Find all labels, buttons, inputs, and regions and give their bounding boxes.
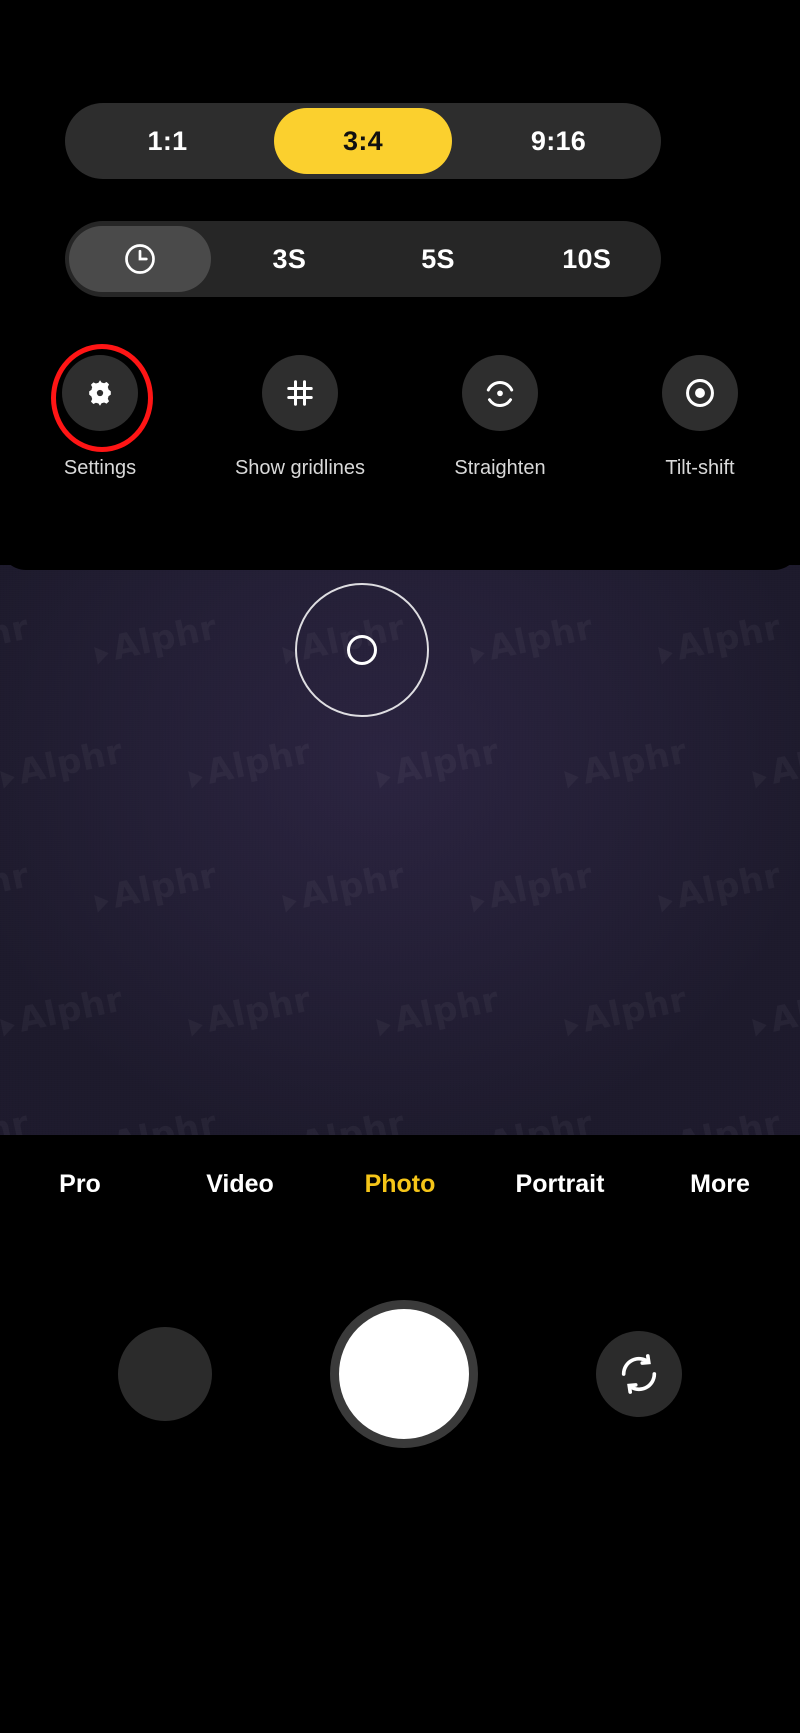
tool-tilt-shift[interactable]: Tilt-shift xyxy=(600,355,800,480)
camera-settings-panel: 1:1 3:4 9:16 3S 5S 10S Settings Show gri… xyxy=(0,0,800,570)
shutter-button[interactable] xyxy=(330,1300,478,1448)
timer-option-3s[interactable]: 3S xyxy=(215,221,364,297)
camera-flip-icon xyxy=(616,1351,662,1397)
tool-label-straighten: Straighten xyxy=(454,457,546,479)
camera-mode-selector[interactable]: Pro Video Photo Portrait More xyxy=(0,1170,800,1199)
clock-icon xyxy=(122,241,158,277)
straighten-icon xyxy=(482,375,518,411)
timer-option-10s[interactable]: 10S xyxy=(512,221,661,297)
tool-show-gridlines[interactable]: Show gridlines xyxy=(200,355,400,480)
aspect-option-3-4[interactable]: 3:4 xyxy=(274,108,452,174)
grid-icon xyxy=(282,375,318,411)
gear-icon xyxy=(82,375,118,411)
tilt-shift-icon xyxy=(682,375,718,411)
mode-photo[interactable]: Photo xyxy=(320,1170,480,1199)
gallery-thumbnail-button[interactable] xyxy=(118,1327,212,1421)
tool-label-tilt-shift: Tilt-shift xyxy=(665,457,735,479)
tool-straighten[interactable]: Straighten xyxy=(400,355,600,480)
switch-camera-button[interactable] xyxy=(596,1331,682,1417)
camera-tools-row: Settings Show gridlines Straighten Tilt-… xyxy=(0,344,800,480)
settings-button[interactable] xyxy=(51,344,153,452)
timer-selector[interactable]: 3S 5S 10S xyxy=(65,221,661,297)
camera-app-screen: 1:1 3:4 9:16 3S 5S 10S Settings Show gri… xyxy=(0,0,800,1733)
tool-label-settings: Settings xyxy=(63,457,137,479)
straighten-button[interactable] xyxy=(462,355,538,431)
mode-portrait[interactable]: Portrait xyxy=(480,1170,640,1199)
aspect-option-9-16[interactable]: 9:16 xyxy=(456,103,661,179)
gridlines-button[interactable] xyxy=(262,355,338,431)
android-navigation-bar xyxy=(0,1660,800,1733)
aspect-ratio-selector[interactable]: 1:1 3:4 9:16 xyxy=(65,103,661,179)
timer-option-off[interactable] xyxy=(69,226,211,292)
tool-settings[interactable]: Settings xyxy=(0,344,200,480)
mode-video[interactable]: Video xyxy=(160,1170,320,1199)
mode-more[interactable]: More xyxy=(640,1170,800,1199)
tilt-shift-button[interactable] xyxy=(662,355,738,431)
aspect-option-1-1[interactable]: 1:1 xyxy=(65,103,270,179)
focus-center-dot xyxy=(347,635,377,665)
timer-option-5s[interactable]: 5S xyxy=(364,221,513,297)
capture-controls xyxy=(0,1300,800,1448)
mode-pro[interactable]: Pro xyxy=(0,1170,160,1199)
camera-bottom-bar: Pro Video Photo Portrait More xyxy=(0,1135,800,1733)
tool-label-gridlines: Show gridlines xyxy=(234,457,366,479)
